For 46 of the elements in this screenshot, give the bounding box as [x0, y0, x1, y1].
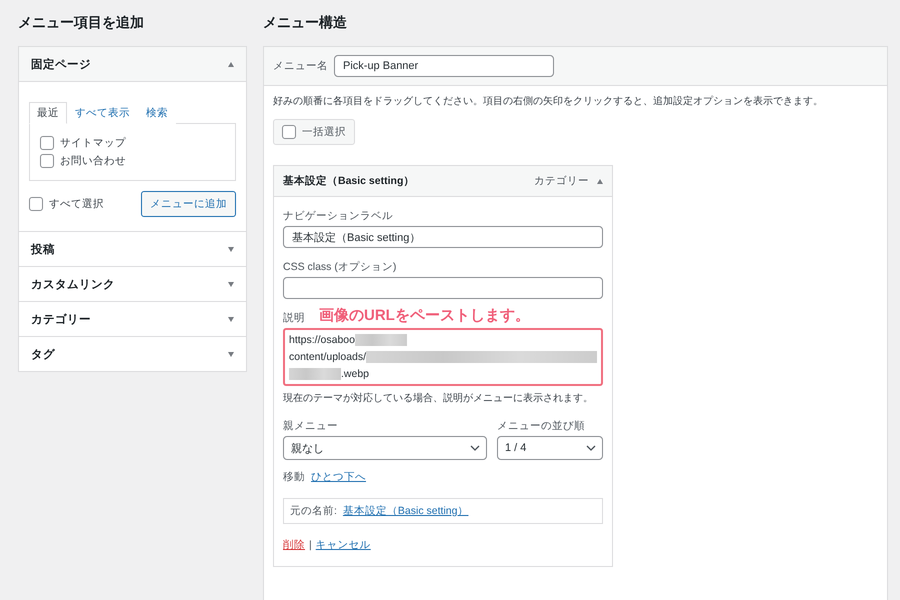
collapse-arrow-icon: [228, 62, 234, 66]
field-label: ナビゲーションラベル: [283, 209, 394, 223]
menu-order-select[interactable]: 1 / 4: [497, 436, 603, 460]
chevron-down-icon: [586, 445, 596, 451]
section-heading: メニュー構造: [263, 13, 348, 32]
expand-arrow-icon: [228, 352, 234, 356]
item-type-label: カテゴリー: [534, 174, 589, 188]
expand-arrow-icon: [228, 282, 234, 286]
parent-menu-select[interactable]: 親なし: [283, 436, 487, 460]
section-heading: メニュー項目を追加: [18, 13, 145, 32]
redaction-block: [354, 334, 407, 346]
move-down-link[interactable]: ひとつ下へ: [311, 470, 366, 484]
field-label: メニューの並び順: [497, 419, 586, 433]
css-class-field[interactable]: [283, 277, 603, 299]
instructions-text: 好みの順番に各項目をドラッグしてください。項目の右側の矢印をクリックすると、追加設定オプションを表示できます。: [273, 94, 823, 109]
accordion-header[interactable]: 固定ページ: [19, 47, 246, 81]
expand-arrow-icon: [228, 316, 234, 322]
field-label: 親メニュー: [283, 419, 339, 433]
field-label: 説明: [283, 311, 305, 325]
delete-link[interactable]: 削除: [283, 538, 305, 552]
checkbox-label: お問い合わせ: [60, 154, 126, 168]
separator-text: |: [309, 539, 312, 551]
add-to-menu-button[interactable]: メニューに追加: [141, 191, 236, 217]
cancel-link[interactable]: キャンセル: [316, 538, 371, 552]
checkbox[interactable]: [29, 197, 43, 211]
original-name-label: 元の名前:: [290, 504, 337, 518]
annotation-text: 画像のURLをペーストします。: [319, 307, 530, 325]
chevron-down-icon: [470, 445, 480, 451]
bulk-select-button[interactable]: 一括選択: [273, 119, 355, 145]
checkbox-label: サイトマップ: [60, 136, 126, 150]
original-name-link[interactable]: 基本設定（Basic setting）: [342, 504, 468, 518]
checkbox-label: すべて選択: [49, 197, 104, 211]
move-label: 移動: [283, 470, 305, 484]
help-text: 現在のテーマが対応している場合、説明がメニューに表示されます。: [283, 392, 594, 406]
navigation-label-field[interactable]: 基本設定（Basic setting）: [283, 226, 603, 248]
checkbox[interactable]: [40, 136, 54, 150]
menu-name-field[interactable]: Pick-up Banner: [334, 55, 554, 77]
redaction-block: [289, 368, 341, 380]
field-label: CSS class (オプション): [283, 260, 398, 274]
checkbox[interactable]: [40, 154, 54, 168]
tab[interactable]: 最近: [29, 102, 67, 124]
menu-item-title: 基本設定（Basic setting）: [283, 174, 416, 188]
description-field[interactable]: https://osaboo content/uploads/ .webp: [283, 328, 603, 386]
collapse-arrow-icon[interactable]: [597, 178, 603, 184]
expand-arrow-icon: [228, 246, 234, 252]
field-label: メニュー名: [273, 59, 328, 73]
